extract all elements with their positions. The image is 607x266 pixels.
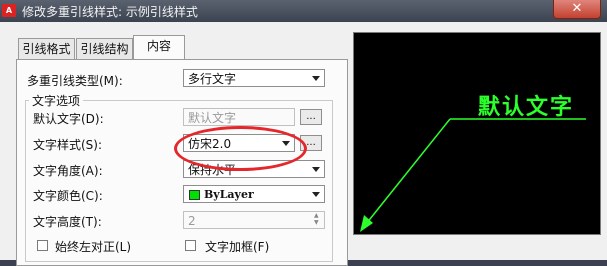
preview-pane: 默认文字 [353, 32, 601, 235]
text-frame-checkbox[interactable] [185, 240, 196, 251]
text-options-title: 文字选项 [29, 92, 84, 109]
tab-content[interactable]: 内容 [133, 35, 185, 59]
close-button[interactable]: ✕ [553, 0, 601, 19]
chevron-down-icon [312, 76, 320, 81]
content-tab-panel: 多重引线类型(M): 多行文字 文字选项 默认文字(D): 默认文字 ... 文… [16, 59, 348, 266]
text-style-label: 文字样式(S): [33, 138, 103, 152]
text-color-value: ByLayer [204, 188, 254, 201]
leader-type-label: 多重引线类型(M): [27, 74, 123, 88]
window-title: 修改多重引线样式: 示例引线样式 [22, 5, 198, 19]
text-color-label: 文字颜色(C): [33, 189, 103, 203]
text-height-spinner[interactable]: 2 ▲ ▼ [183, 211, 325, 229]
text-frame-label: 文字加框(F) [205, 240, 270, 254]
color-swatch-icon [189, 190, 200, 200]
title-bar: A 修改多重引线样式: 示例引线样式 ✕ [0, 0, 607, 22]
leader-type-select[interactable]: 多行文字 [183, 69, 325, 87]
always-left-justify-label: 始终左对正(L) [55, 240, 132, 254]
text-height-value: 2 [188, 214, 196, 228]
tab-leader-structure[interactable]: 引线结构 [76, 38, 133, 59]
highlight-annotation [174, 126, 307, 171]
text-color-select[interactable]: ByLayer [183, 185, 325, 203]
spin-down-icon[interactable]: ▼ [314, 220, 323, 226]
leader-line-graphic [360, 118, 586, 232]
dialog-body: 引线格式 引线结构 内容 多重引线类型(M): 多行文字 文字选项 默认文字(D… [0, 22, 607, 266]
text-angle-label: 文字角度(A): [33, 164, 103, 178]
preview-text: 默认文字 [478, 95, 575, 120]
default-text-edit-button[interactable]: ... [300, 109, 322, 125]
default-text-label: 默认文字(D): [33, 112, 104, 126]
tab-leader-format[interactable]: 引线格式 [18, 38, 75, 59]
text-height-label: 文字高度(T): [33, 215, 102, 229]
default-text-value: 默认文字 [188, 111, 237, 125]
leader-type-value: 多行文字 [188, 72, 237, 86]
always-left-justify-checkbox[interactable] [37, 240, 48, 251]
chevron-down-icon [312, 167, 320, 172]
default-text-field[interactable]: 默认文字 [183, 108, 295, 126]
chevron-down-icon [312, 192, 320, 197]
app-icon: A [2, 4, 16, 17]
leader-line [361, 118, 451, 230]
